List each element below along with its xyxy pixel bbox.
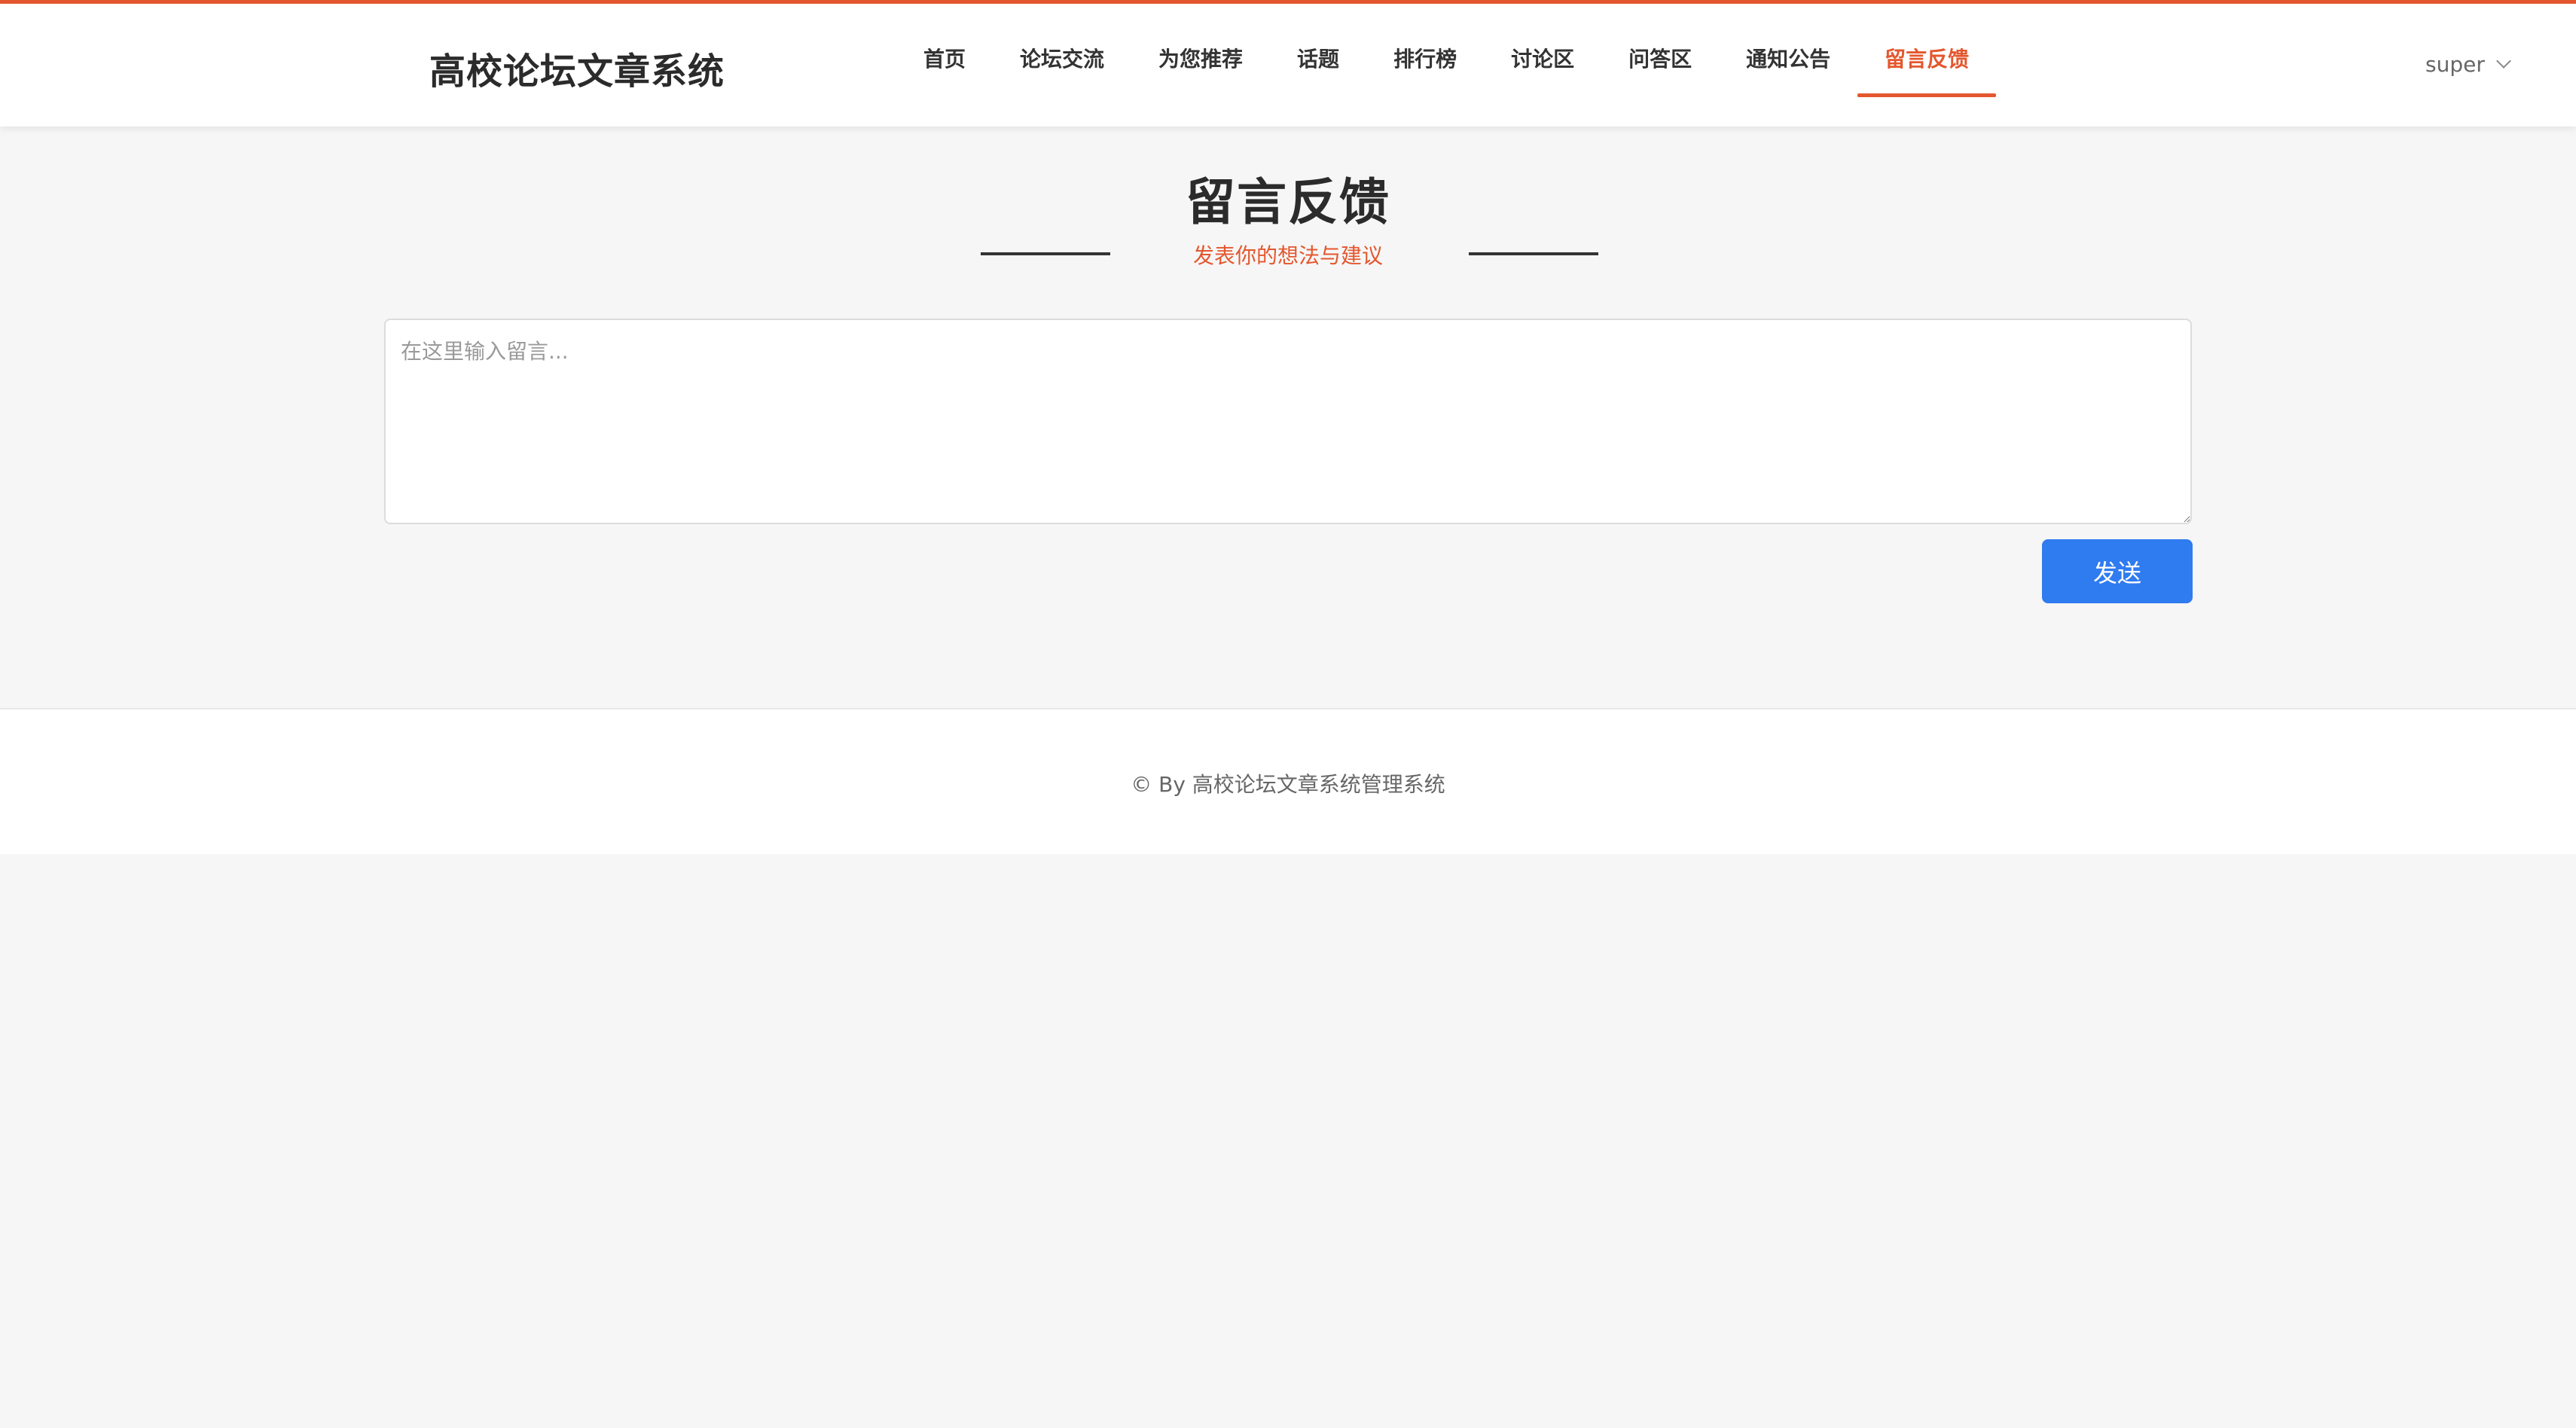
nav-item-recommend[interactable]: 为您推荐 [1131,4,1270,97]
chevron-down-icon [2495,53,2511,69]
nav-item-notices[interactable]: 通知公告 [1719,4,1857,97]
footer-copyright: © By 高校论坛文章系统管理系统 [1131,772,1445,797]
site-title[interactable]: 高校论坛文章系统 [429,41,725,94]
page-title: 留言反馈 [1186,173,1390,231]
nav-item-forum[interactable]: 论坛交流 [993,4,1131,97]
nav-item-ranking[interactable]: 排行榜 [1366,4,1484,97]
footer: © By 高校论坛文章系统管理系统 [0,708,2576,854]
subtitle-row: 发表你的想法与建议 [0,240,2576,270]
nav-item-discussion[interactable]: 讨论区 [1484,4,1601,97]
send-button[interactable]: 发送 [2042,539,2193,603]
nav-item-topics[interactable]: 话题 [1270,4,1366,97]
divider-right [1469,252,1598,255]
main-nav: 首页 论坛交流 为您推荐 话题 排行榜 讨论区 问答区 通知公告 留言反馈 [896,4,1997,124]
nav-item-feedback[interactable]: 留言反馈 [1857,4,1997,97]
page-subtitle: 发表你的想法与建议 [1192,243,1383,268]
nav-item-home[interactable]: 首页 [896,4,993,97]
username: super [2425,51,2485,77]
nav-item-qa[interactable]: 问答区 [1601,4,1719,97]
message-input[interactable] [384,319,2192,524]
top-navbar: 高校论坛文章系统 首页 论坛交流 为您推荐 话题 排行榜 讨论区 问答区 通知公… [0,0,2576,127]
user-menu[interactable]: super [2425,47,2511,81]
